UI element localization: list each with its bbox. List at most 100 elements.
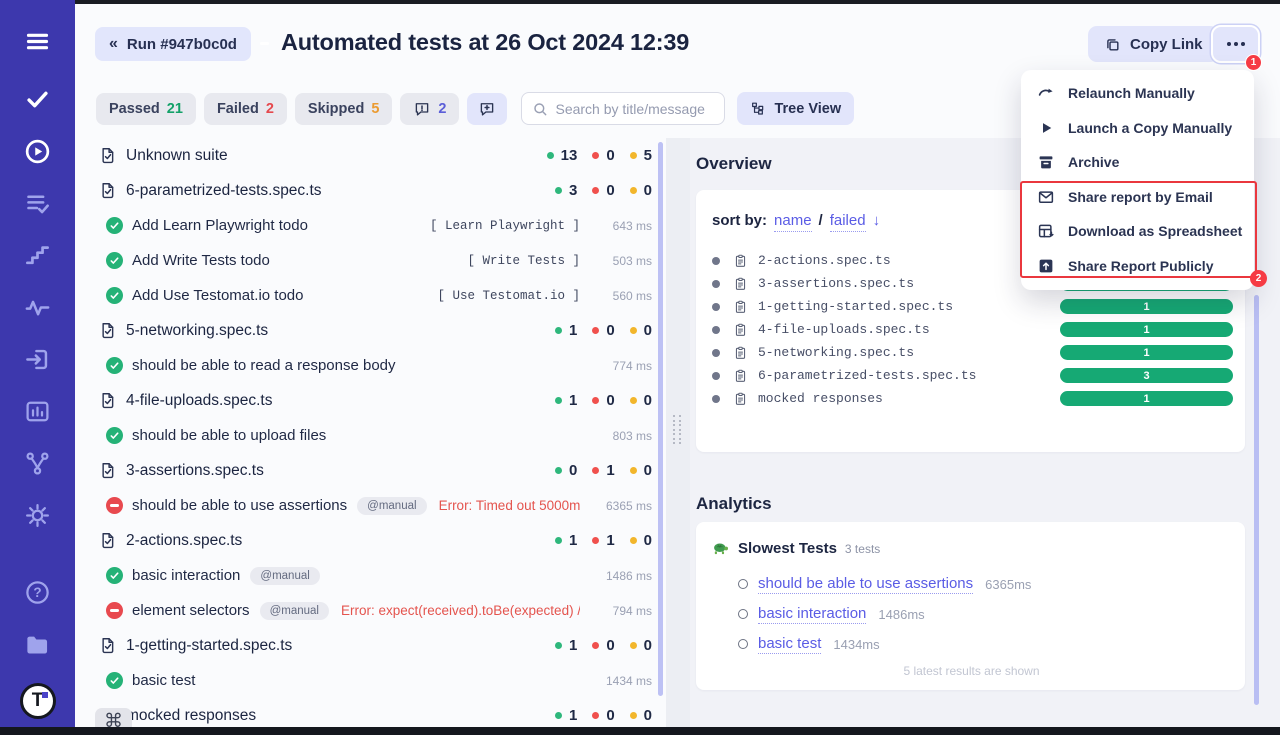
failed-dot bbox=[592, 712, 599, 719]
overview-suite-name: 3-assertions.spec.ts bbox=[758, 276, 914, 291]
sidebar-item-folder[interactable] bbox=[24, 631, 51, 658]
search-icon bbox=[532, 101, 548, 117]
suite-bullet-dot bbox=[712, 303, 720, 311]
test-duration: 643 ms bbox=[588, 219, 652, 233]
test-row[interactable]: should be able to read a response body77… bbox=[75, 348, 666, 383]
tree-view-button[interactable]: Tree View bbox=[737, 92, 854, 125]
suite-passed-count: 1 bbox=[569, 532, 577, 549]
suite-row[interactable]: 4-file-uploads.spec.ts100 bbox=[75, 383, 666, 418]
menu-item-relaunch-manually[interactable]: Relaunch Manually bbox=[1021, 76, 1254, 111]
overview-suite-row[interactable]: mocked responses1 bbox=[712, 387, 1233, 410]
sidebar-item-bar-chart[interactable] bbox=[24, 398, 51, 425]
clipboard-icon bbox=[733, 322, 748, 338]
test-failed-icon bbox=[106, 602, 123, 619]
passed-count: 21 bbox=[167, 101, 183, 117]
overview-suite-name: mocked responses bbox=[758, 391, 883, 406]
panel-resize-handle[interactable] bbox=[673, 415, 681, 444]
suite-row[interactable]: mocked responses100 bbox=[75, 698, 666, 727]
sidebar-item-gear[interactable] bbox=[24, 502, 51, 529]
overview-suite-name: 1-getting-started.spec.ts bbox=[758, 299, 953, 314]
passed-dot bbox=[555, 537, 562, 544]
test-title: Add Learn Playwright todo bbox=[132, 217, 308, 234]
test-row[interactable]: should be able to upload files803 ms bbox=[75, 418, 666, 453]
slowest-tests-list: should be able to use assertions6365msba… bbox=[712, 569, 1231, 659]
sort-by-name-link[interactable]: name bbox=[774, 212, 812, 232]
test-row[interactable]: Add Use Testomat.io todo[ Use Testomat.i… bbox=[75, 278, 666, 313]
overview-suite-row[interactable]: 4-file-uploads.spec.ts1 bbox=[712, 318, 1233, 341]
suite-row[interactable]: 1-getting-started.spec.ts100 bbox=[75, 628, 666, 663]
suite-row[interactable]: 3-assertions.spec.ts010 bbox=[75, 453, 666, 488]
passed-dot bbox=[547, 152, 554, 159]
test-duration: 794 ms bbox=[588, 604, 652, 618]
failed-dot bbox=[592, 467, 599, 474]
test-ring-icon bbox=[738, 579, 748, 589]
suite-bullet-dot bbox=[712, 395, 720, 403]
filter-passed-button[interactable]: Passed 21 bbox=[96, 93, 196, 125]
tree-view-icon bbox=[750, 101, 766, 117]
search-input[interactable] bbox=[555, 101, 714, 117]
passed-dot bbox=[555, 187, 562, 194]
suite-bullet-dot bbox=[712, 372, 720, 380]
menu-item-archive[interactable]: Archive bbox=[1021, 145, 1254, 180]
sort-direction-arrow[interactable]: ↓ bbox=[873, 212, 881, 229]
copy-link-label: Copy Link bbox=[1130, 36, 1203, 53]
sidebar: ?T bbox=[0, 0, 75, 735]
slowest-test-link[interactable]: should be able to use assertions bbox=[758, 575, 973, 594]
overview-suite-row[interactable]: 1-getting-started.spec.ts1 bbox=[712, 295, 1233, 318]
suite-skipped-count: 0 bbox=[644, 182, 652, 199]
suite-bullet-dot bbox=[712, 326, 720, 334]
sidebar-item-play-circle[interactable] bbox=[24, 138, 51, 165]
suite-row[interactable]: 5-networking.spec.ts100 bbox=[75, 313, 666, 348]
filter-skipped-button[interactable]: Skipped 5 bbox=[295, 93, 392, 125]
test-example-tag: [ Learn Playwright ] bbox=[430, 219, 580, 233]
test-duration: 6365 ms bbox=[588, 499, 652, 513]
menu-item-download-as-spreadsheet[interactable]: Download as Spreadsheet bbox=[1021, 214, 1254, 249]
sidebar-item-steps[interactable] bbox=[24, 242, 51, 269]
suite-row[interactable]: Unknown suite1305 bbox=[75, 138, 666, 173]
suite-row[interactable]: 6-parametrized-tests.spec.ts300 bbox=[75, 173, 666, 208]
suite-progress-bar: 3 bbox=[1060, 368, 1233, 383]
sidebar-item-menu[interactable] bbox=[24, 28, 51, 55]
suite-counts: 100 bbox=[555, 392, 652, 409]
sidebar-item-check[interactable] bbox=[24, 86, 51, 113]
sidebar-item-list-check[interactable] bbox=[24, 190, 51, 217]
overview-suite-row[interactable]: 6-parametrized-tests.spec.ts3 bbox=[712, 364, 1233, 387]
test-row[interactable]: Add Write Tests todo[ Write Tests ]503 m… bbox=[75, 243, 666, 278]
menu-item-share-report-publicly[interactable]: Share Report Publicly bbox=[1021, 249, 1254, 284]
skipped-dot bbox=[630, 152, 637, 159]
skipped-count: 5 bbox=[371, 101, 379, 117]
sidebar-item-pulse[interactable] bbox=[24, 294, 51, 321]
testomat-logo[interactable]: T bbox=[20, 683, 56, 719]
test-passed-icon bbox=[106, 217, 123, 234]
slowest-test-link[interactable]: basic interaction bbox=[758, 605, 866, 624]
test-row[interactable]: basic test1434 ms bbox=[75, 663, 666, 698]
menu-item-share-report-by-email[interactable]: Share report by Email bbox=[1021, 180, 1254, 215]
suite-skipped-count: 0 bbox=[644, 707, 652, 724]
test-list-scrollbar[interactable] bbox=[658, 142, 663, 696]
passed-dot bbox=[555, 327, 562, 334]
slowest-test-link[interactable]: basic test bbox=[758, 635, 821, 654]
filter-failed-button[interactable]: Failed 2 bbox=[204, 93, 287, 125]
test-row[interactable]: element selectors@manualError: expect(re… bbox=[75, 593, 666, 628]
overview-suite-row[interactable]: 5-networking.spec.ts1 bbox=[712, 341, 1233, 364]
sidebar-item-help[interactable]: ? bbox=[24, 579, 51, 606]
test-row[interactable]: should be able to use assertions@manualE… bbox=[75, 488, 666, 523]
slowest-tests-header: Slowest Tests 3 tests bbox=[712, 540, 1231, 557]
suite-failed-count: 0 bbox=[606, 147, 614, 164]
suite-skipped-count: 0 bbox=[644, 532, 652, 549]
add-comment-button[interactable] bbox=[467, 93, 507, 125]
sort-by-failed-link[interactable]: failed bbox=[830, 212, 866, 232]
comments-filter-button[interactable]: 2 bbox=[400, 93, 459, 125]
sidebar-item-branch[interactable] bbox=[24, 450, 51, 477]
run-back-button[interactable]: « Run #947b0c0d bbox=[95, 27, 251, 61]
menu-item-launch-a-copy-manually[interactable]: Launch a Copy Manually bbox=[1021, 111, 1254, 146]
test-row[interactable]: Add Learn Playwright todo [ Learn Playwri… bbox=[75, 208, 666, 243]
suite-row[interactable]: 2-actions.spec.ts110 bbox=[75, 523, 666, 558]
more-actions-menu: Relaunch ManuallyLaunch a Copy ManuallyA… bbox=[1021, 70, 1254, 290]
latest-results-note: 5 latest results are shown bbox=[712, 664, 1231, 678]
copy-link-button[interactable]: Copy Link bbox=[1088, 26, 1219, 62]
suite-bullet-dot bbox=[712, 257, 720, 265]
details-panel-scrollbar[interactable] bbox=[1254, 295, 1259, 705]
test-row[interactable]: basic interaction@manual1486 ms bbox=[75, 558, 666, 593]
sidebar-item-import[interactable] bbox=[24, 346, 51, 373]
